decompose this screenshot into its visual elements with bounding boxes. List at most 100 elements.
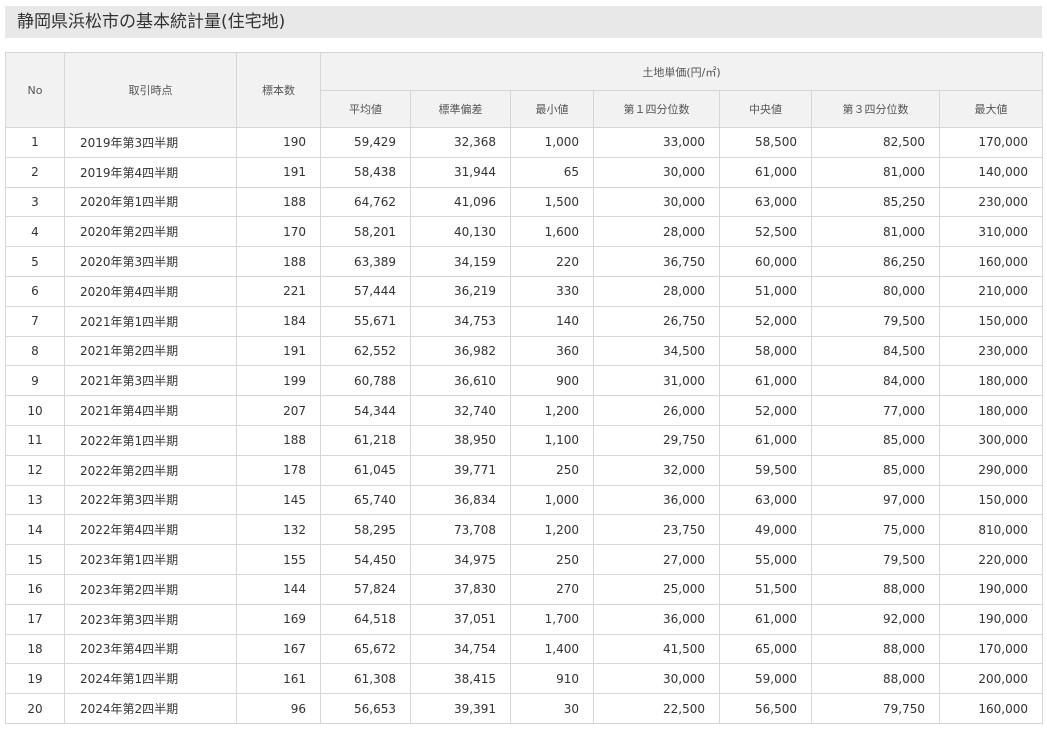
cell-max: 300,000 — [939, 424, 1043, 456]
cell-max: 140,000 — [939, 156, 1043, 188]
cell-q1: 33,000 — [593, 127, 720, 158]
table-row: 6 2020年第4四半期 221 57,444 36,219 330 28,000 51,00… — [5, 275, 1043, 307]
header-q1: 第１四分位数 — [593, 90, 720, 128]
header-q3: 第３四分位数 — [811, 90, 940, 128]
cell-median: 52,000 — [719, 305, 812, 337]
cell-q1: 28,000 — [593, 275, 720, 307]
cell-no: 13 — [5, 484, 65, 516]
cell-std-dev: 36,219 — [410, 275, 511, 307]
cell-median: 51,000 — [719, 275, 812, 307]
cell-median: 49,000 — [719, 514, 812, 546]
cell-q3: 79,500 — [811, 544, 940, 575]
table-row: 14 2022年第4四半期 132 58,295 73,708 1,200 23,750 49… — [5, 514, 1043, 546]
cell-min: 1,200 — [510, 395, 594, 426]
cell-min: 1,200 — [510, 514, 594, 546]
cell-samples: 190 — [236, 127, 321, 158]
header-std-dev: 標準偏差 — [410, 90, 511, 128]
cell-median: 51,500 — [719, 573, 812, 605]
cell-q3: 92,000 — [811, 603, 940, 635]
cell-mean: 60,788 — [320, 365, 411, 397]
cell-q1: 30,000 — [593, 663, 720, 695]
cell-max: 160,000 — [939, 693, 1043, 724]
cell-period: 2022年第2四半期 — [64, 454, 237, 486]
cell-std-dev: 39,771 — [410, 454, 511, 486]
cell-std-dev: 40,130 — [410, 216, 511, 248]
header-min: 最小値 — [510, 90, 594, 128]
table-row: 20 2024年第2四半期 96 56,653 39,391 30 22,500 56,500… — [5, 693, 1043, 724]
cell-no: 5 — [5, 246, 65, 277]
cell-no: 9 — [5, 365, 65, 397]
cell-max: 170,000 — [939, 127, 1043, 158]
cell-q1: 29,750 — [593, 424, 720, 456]
cell-q3: 81,000 — [811, 156, 940, 188]
cell-min: 250 — [510, 454, 594, 486]
cell-period: 2019年第3四半期 — [64, 127, 237, 158]
cell-no: 1 — [5, 127, 65, 158]
cell-mean: 59,429 — [320, 127, 411, 158]
cell-mean: 54,344 — [320, 395, 411, 426]
cell-q1: 25,000 — [593, 573, 720, 605]
cell-q3: 84,500 — [811, 335, 940, 367]
cell-no: 16 — [5, 573, 65, 605]
cell-period: 2020年第1四半期 — [64, 186, 237, 218]
cell-samples: 144 — [236, 573, 321, 605]
cell-min: 1,100 — [510, 424, 594, 456]
cell-mean: 61,308 — [320, 663, 411, 695]
cell-mean: 57,824 — [320, 573, 411, 605]
cell-no: 14 — [5, 514, 65, 546]
header-max: 最大値 — [939, 90, 1043, 128]
cell-q1: 36,000 — [593, 603, 720, 635]
cell-samples: 221 — [236, 275, 321, 307]
table-row: 15 2023年第1四半期 155 54,450 34,975 250 27,000 55,0… — [5, 544, 1043, 575]
cell-max: 160,000 — [939, 246, 1043, 277]
cell-std-dev: 36,834 — [410, 484, 511, 516]
cell-period: 2021年第2四半期 — [64, 335, 237, 367]
cell-period: 2020年第4四半期 — [64, 275, 237, 307]
header-median: 中央値 — [719, 90, 812, 128]
header-mean: 平均値 — [320, 90, 411, 128]
cell-q3: 86,250 — [811, 246, 940, 277]
cell-no: 17 — [5, 603, 65, 635]
cell-q1: 31,000 — [593, 365, 720, 397]
cell-q1: 23,750 — [593, 514, 720, 546]
cell-q3: 79,750 — [811, 693, 940, 724]
cell-samples: 161 — [236, 663, 321, 695]
cell-period: 2021年第1四半期 — [64, 305, 237, 337]
cell-median: 59,000 — [719, 663, 812, 695]
header-land-unit-price: 土地単価(円/㎡) — [320, 52, 1043, 91]
cell-period: 2024年第2四半期 — [64, 693, 237, 724]
cell-min: 1,500 — [510, 186, 594, 218]
table-body: 1 2019年第3四半期 190 59,429 32,368 1,000 33,000 58,… — [5, 127, 1043, 724]
cell-q1: 36,000 — [593, 484, 720, 516]
cell-std-dev: 32,740 — [410, 395, 511, 426]
cell-period: 2023年第4四半期 — [64, 633, 237, 665]
cell-samples: 170 — [236, 216, 321, 248]
cell-q3: 88,000 — [811, 573, 940, 605]
cell-q3: 81,000 — [811, 216, 940, 248]
cell-std-dev: 38,950 — [410, 424, 511, 456]
cell-min: 1,400 — [510, 633, 594, 665]
cell-median: 58,500 — [719, 127, 812, 158]
cell-period: 2024年第1四半期 — [64, 663, 237, 695]
cell-samples: 191 — [236, 156, 321, 188]
cell-std-dev: 37,051 — [410, 603, 511, 635]
header-no: No — [5, 52, 65, 128]
cell-q3: 84,000 — [811, 365, 940, 397]
cell-min: 250 — [510, 544, 594, 575]
cell-samples: 178 — [236, 454, 321, 486]
cell-min: 140 — [510, 305, 594, 337]
cell-max: 230,000 — [939, 335, 1043, 367]
cell-median: 58,000 — [719, 335, 812, 367]
cell-samples: 96 — [236, 693, 321, 724]
cell-period: 2023年第1四半期 — [64, 544, 237, 575]
cell-no: 19 — [5, 663, 65, 695]
table-row: 3 2020年第1四半期 188 64,762 41,096 1,500 30,000 63,… — [5, 186, 1043, 218]
cell-mean: 56,653 — [320, 693, 411, 724]
cell-std-dev: 37,830 — [410, 573, 511, 605]
table-row: 9 2021年第3四半期 199 60,788 36,610 900 31,000 61,00… — [5, 365, 1043, 397]
cell-median: 56,500 — [719, 693, 812, 724]
cell-median: 61,000 — [719, 603, 812, 635]
cell-q3: 88,000 — [811, 663, 940, 695]
table-header: No 取引時点 標本数 土地単価(円/㎡) 平均値 標準偏差 最小値 第１四分位… — [5, 52, 1043, 128]
cell-mean: 54,450 — [320, 544, 411, 575]
